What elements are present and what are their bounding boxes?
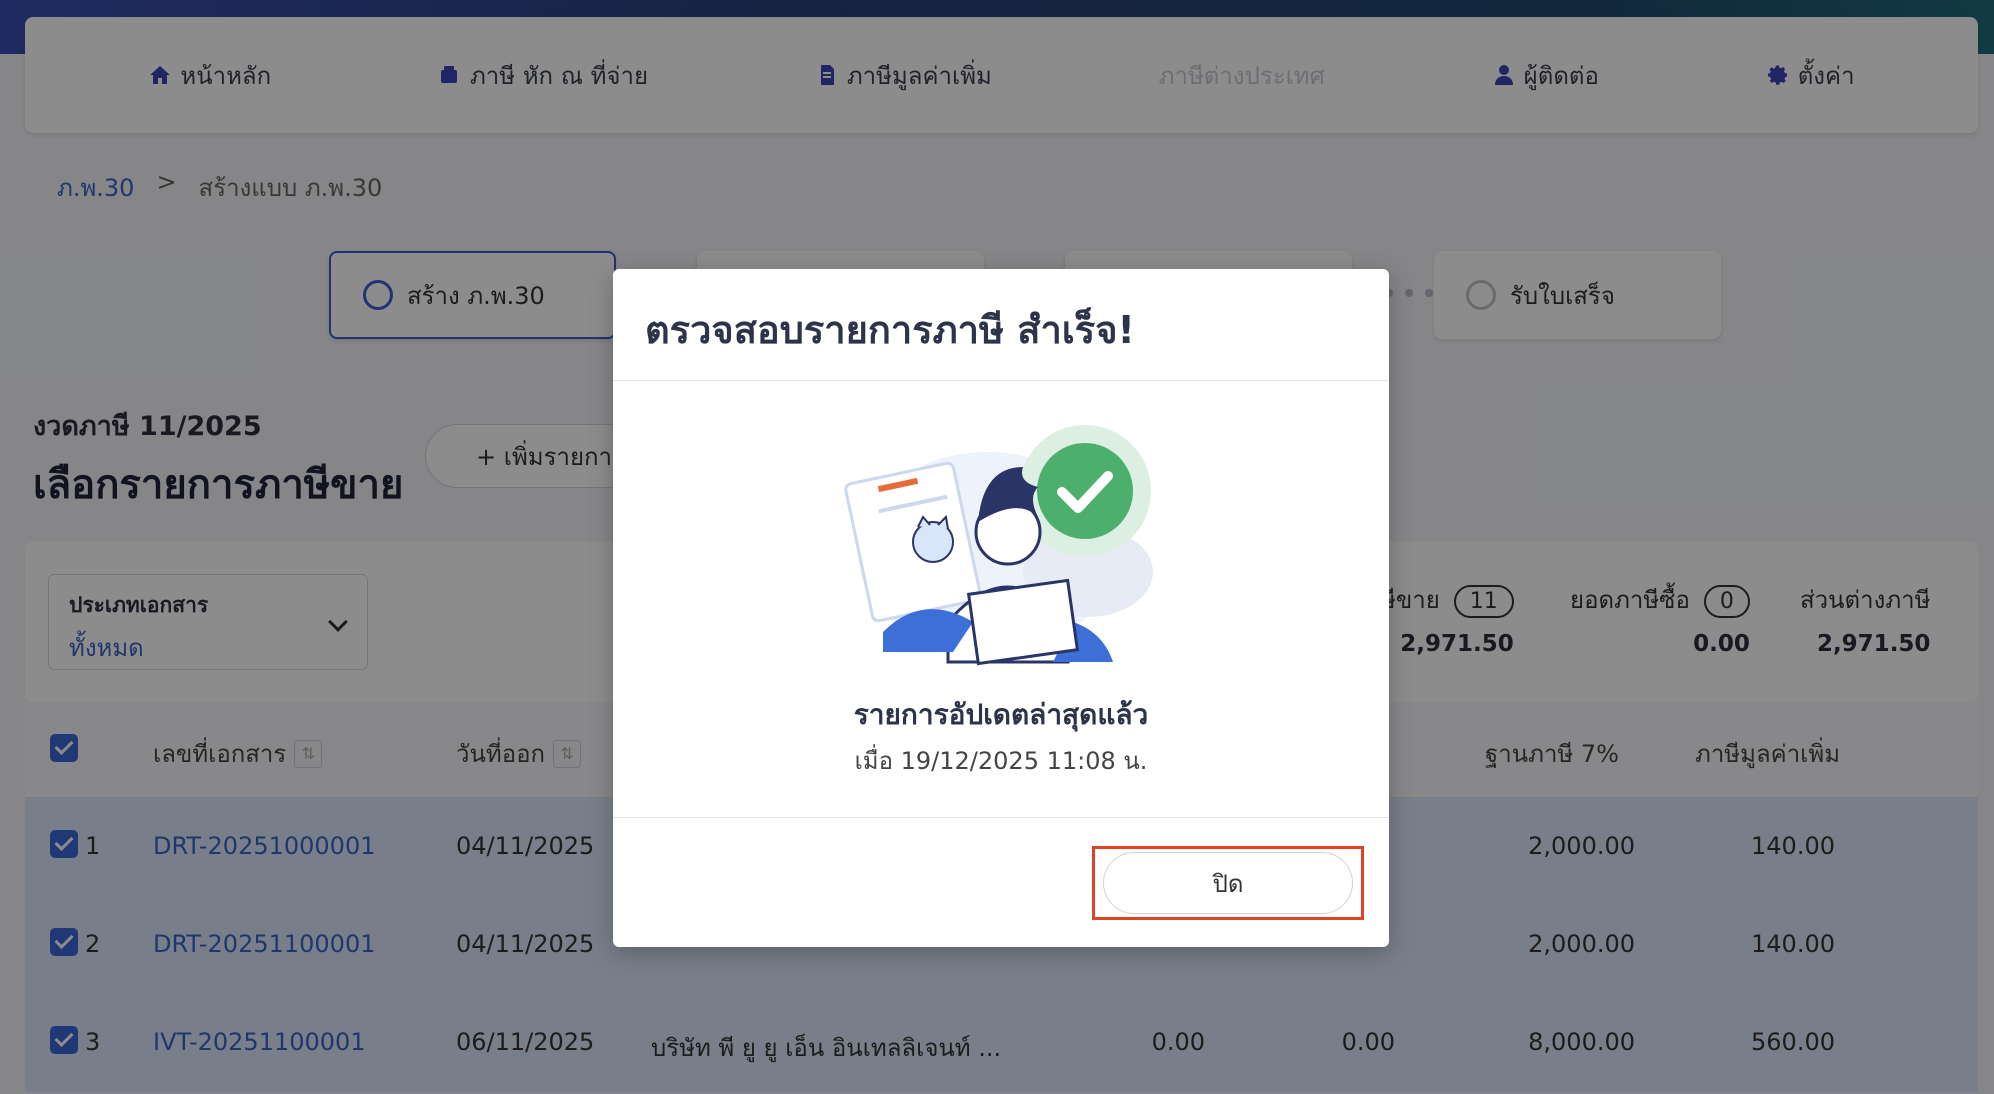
close-button[interactable]: ปิด	[1103, 852, 1353, 914]
dialog-title: ตรวจสอบรายการภาษี สำเร็จ!	[645, 308, 1135, 352]
dialog-timestamp: เมื่อ 19/12/2025 11:08 น.	[854, 747, 1148, 775]
success-dialog: ตรวจสอบรายการภาษี สำเร็จ! รายการอัปเดตล่…	[613, 269, 1389, 947]
success-illustration	[844, 425, 1153, 666]
dialog-heading: รายการอัปเดตล่าสุดแล้ว	[853, 698, 1149, 731]
dialog-divider	[613, 380, 1389, 381]
dialog-divider	[613, 817, 1389, 818]
